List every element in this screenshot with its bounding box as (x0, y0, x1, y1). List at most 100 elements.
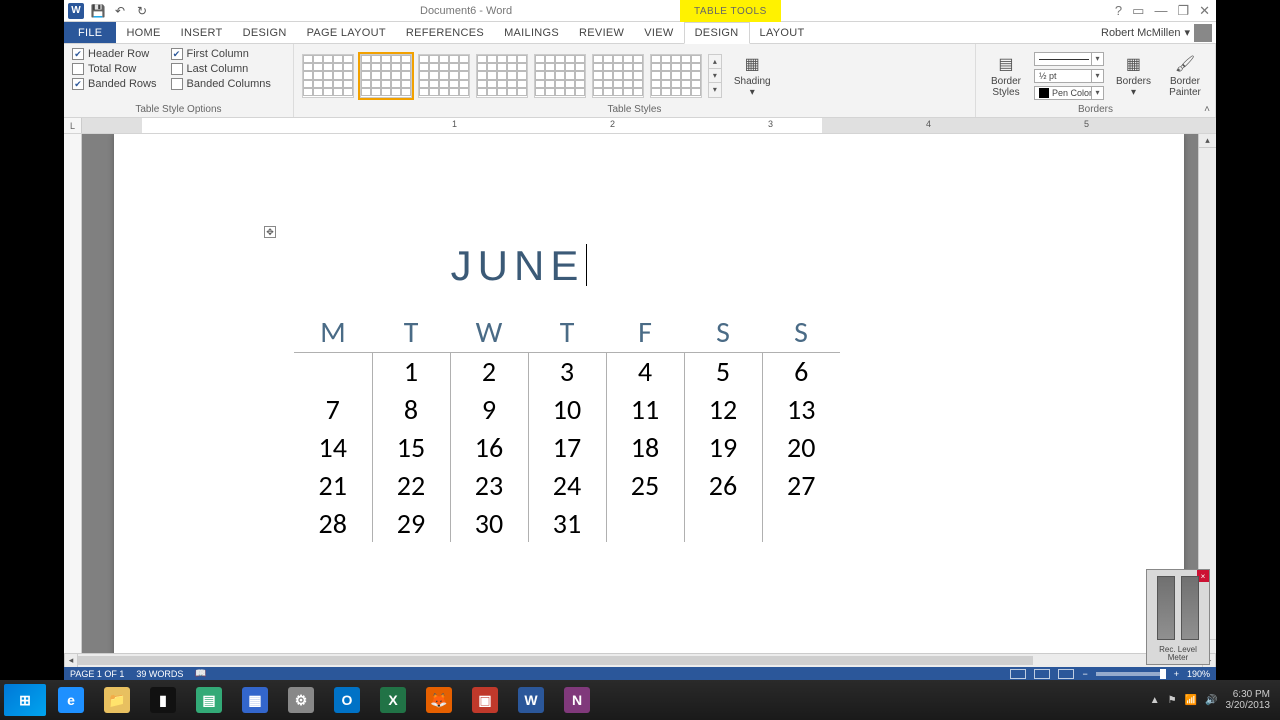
border-styles-button[interactable]: ▤Border Styles (984, 48, 1028, 103)
calendar-cell[interactable]: 21 (294, 466, 372, 504)
tab-page-layout[interactable]: PAGE LAYOUT (297, 22, 396, 43)
minimize-icon[interactable]: — (1154, 3, 1167, 19)
horizontal-scrollbar[interactable]: ◂ ▸ (64, 653, 1216, 667)
calendar-cell[interactable] (606, 504, 684, 542)
chk-banded-columns[interactable]: Banded Columns (171, 78, 271, 90)
page[interactable]: ✥ JUNE MTWTFSS 1234567891011121314151617… (114, 134, 1184, 667)
tab-file[interactable]: FILE (64, 22, 116, 43)
zoom-in-icon[interactable]: + (1174, 669, 1179, 679)
calendar-cell[interactable]: 27 (762, 466, 840, 504)
style-swatch[interactable] (592, 54, 644, 98)
status-page[interactable]: PAGE 1 OF 1 (70, 669, 124, 679)
help-icon[interactable]: ? (1115, 3, 1122, 19)
calendar-cell[interactable]: 24 (528, 466, 606, 504)
taskbar-cmd-icon[interactable]: ▮ (142, 684, 184, 716)
calendar-cell[interactable]: 12 (684, 390, 762, 428)
pen-color-dropdown[interactable]: Pen Color▾ (1034, 86, 1104, 100)
restore-icon[interactable]: ❐ (1177, 3, 1189, 19)
style-swatch[interactable] (418, 54, 470, 98)
calendar-cell[interactable]: 28 (294, 504, 372, 542)
shading-button[interactable]: ▦Shading▾ (728, 52, 777, 100)
calendar-cell[interactable]: 26 (684, 466, 762, 504)
zoom-slider[interactable] (1096, 672, 1166, 676)
calendar-cell[interactable]: 1 (372, 352, 450, 390)
calendar-cell[interactable]: 20 (762, 428, 840, 466)
chk-banded-rows[interactable]: ✔Banded Rows (72, 78, 157, 90)
taskbar-app-icon[interactable]: ▤ (188, 684, 230, 716)
style-swatch[interactable] (534, 54, 586, 98)
taskbar-ie-icon[interactable]: e (50, 684, 92, 716)
border-painter-button[interactable]: 🖌Border Painter (1163, 48, 1207, 103)
tab-references[interactable]: REFERENCES (396, 22, 494, 43)
close-icon[interactable]: ✕ (1199, 3, 1210, 19)
calendar-cell[interactable]: 22 (372, 466, 450, 504)
calendar-cell[interactable]: 23 (450, 466, 528, 504)
status-word-count[interactable]: 39 WORDS (136, 669, 183, 679)
taskbar-app-icon[interactable]: ▣ (464, 684, 506, 716)
calendar-cell[interactable]: 7 (294, 390, 372, 428)
chk-total-row[interactable]: Total Row (72, 63, 157, 75)
tab-mailings[interactable]: MAILINGS (494, 22, 569, 43)
collapse-ribbon-icon[interactable]: ˄ (1204, 104, 1210, 115)
tab-table-design[interactable]: DESIGN (684, 22, 750, 44)
calendar-cell[interactable] (684, 504, 762, 542)
tray-icon[interactable]: ▲ (1150, 695, 1160, 706)
style-swatch[interactable] (476, 54, 528, 98)
tab-design-main[interactable]: DESIGN (233, 22, 297, 43)
calendar-cell[interactable]: 15 (372, 428, 450, 466)
chk-header-row[interactable]: ✔Header Row (72, 48, 157, 60)
taskbar-app-icon[interactable]: ⚙ (280, 684, 322, 716)
calendar-cell[interactable]: 19 (684, 428, 762, 466)
vertical-ruler[interactable] (64, 134, 82, 667)
calendar-cell[interactable] (762, 504, 840, 542)
taskbar-explorer-icon[interactable]: 📁 (96, 684, 138, 716)
gallery-more-button[interactable]: ▴▾▾ (708, 54, 722, 98)
start-button[interactable]: ⊞ (4, 684, 46, 716)
tab-table-layout[interactable]: LAYOUT (750, 22, 815, 43)
scroll-up-icon[interactable]: ▴ (1199, 134, 1216, 148)
style-swatch-selected[interactable] (360, 54, 412, 98)
line-style-dropdown[interactable]: ▾ (1034, 52, 1104, 66)
calendar-cell[interactable] (294, 352, 372, 390)
calendar-cell[interactable]: 16 (450, 428, 528, 466)
taskbar-onenote-icon[interactable]: N (556, 684, 598, 716)
line-weight-dropdown[interactable]: ½ pt▾ (1034, 69, 1104, 83)
calendar-cell[interactable]: 10 (528, 390, 606, 428)
calendar-cell[interactable]: 25 (606, 466, 684, 504)
taskbar-excel-icon[interactable]: X (372, 684, 414, 716)
tab-home[interactable]: HOME (116, 22, 170, 43)
style-swatch[interactable] (650, 54, 702, 98)
borders-button[interactable]: ▦Borders▾ (1110, 48, 1157, 103)
calendar-table[interactable]: MTWTFSS 12345678910111213141516171819202… (294, 314, 840, 542)
taskbar-word-icon[interactable]: W (510, 684, 552, 716)
tab-selector[interactable]: L (64, 118, 82, 133)
calendar-cell[interactable]: 6 (762, 352, 840, 390)
ruler-track[interactable]: 1 2 3 4 5 (82, 118, 1216, 133)
scrollbar-thumb[interactable] (78, 656, 1033, 665)
tray-network-icon[interactable]: 📶 (1185, 695, 1197, 706)
calendar-cell[interactable]: 14 (294, 428, 372, 466)
calendar-cell[interactable]: 8 (372, 390, 450, 428)
tray-clock[interactable]: 6:30 PM 3/20/2013 (1226, 689, 1271, 711)
qat-undo-icon[interactable]: ↶ (112, 3, 128, 19)
taskbar-outlook-icon[interactable]: O (326, 684, 368, 716)
chk-last-column[interactable]: Last Column (171, 63, 271, 75)
calendar-month-title[interactable]: JUNE (114, 242, 924, 290)
table-move-handle-icon[interactable]: ✥ (264, 226, 276, 238)
calendar-cell[interactable]: 2 (450, 352, 528, 390)
calendar-cell[interactable]: 29 (372, 504, 450, 542)
tab-view[interactable]: VIEW (634, 22, 683, 43)
calendar-cell[interactable]: 5 (684, 352, 762, 390)
zoom-level[interactable]: 190% (1187, 669, 1210, 679)
qat-redo-icon[interactable]: ↻ (134, 3, 150, 19)
calendar-cell[interactable]: 3 (528, 352, 606, 390)
scroll-left-icon[interactable]: ◂ (64, 654, 78, 667)
qat-save-icon[interactable]: 💾 (90, 3, 106, 19)
rec-level-meter-window[interactable]: × Rec. LevelMeter (1146, 569, 1210, 665)
calendar-cell[interactable]: 9 (450, 390, 528, 428)
calendar-cell[interactable]: 18 (606, 428, 684, 466)
horizontal-ruler[interactable]: L 1 2 3 4 5 (64, 118, 1216, 134)
system-tray[interactable]: ▲ ⚑ 📶 🔊 6:30 PM 3/20/2013 (1150, 689, 1276, 711)
signed-in-user[interactable]: Robert McMillen▾ (1101, 22, 1216, 43)
zoom-out-icon[interactable]: − (1082, 669, 1087, 679)
